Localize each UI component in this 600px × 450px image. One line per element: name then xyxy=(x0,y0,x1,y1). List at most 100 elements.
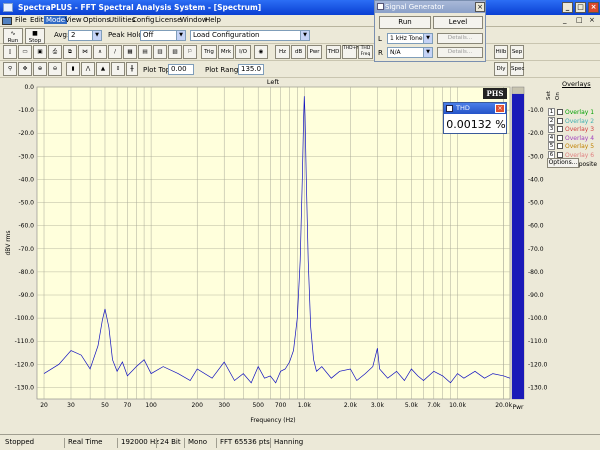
menu-mode[interactable]: Mode xyxy=(44,16,68,24)
menu-help[interactable]: Help xyxy=(205,16,221,24)
thd-button[interactable]: THD xyxy=(326,45,341,59)
minimize-button[interactable]: _ xyxy=(562,2,573,13)
overlay-set-button[interactable]: 5 xyxy=(548,142,555,151)
left-channel-select[interactable]: 1 kHz Tone ▼ xyxy=(387,33,433,44)
menu-options[interactable]: Options xyxy=(83,16,110,24)
signal-generator-close-button[interactable]: × xyxy=(475,2,485,12)
meter-icon xyxy=(446,105,453,112)
right-details-button[interactable]: Details... xyxy=(437,47,483,58)
calibrate-icon[interactable]: ◉ xyxy=(254,45,268,59)
left-details-button[interactable]: Details... xyxy=(437,33,483,44)
auto-scale-icon[interactable]: ⇕ xyxy=(111,62,125,76)
octave-icon[interactable]: ▥ xyxy=(153,45,167,59)
spec-button[interactable]: Spec xyxy=(510,62,524,76)
chart-title: Left xyxy=(267,78,280,86)
status-bit-depth: 24 Bit xyxy=(156,438,181,448)
x-tick-label: 100 xyxy=(145,402,157,409)
overlay-checkbox[interactable] xyxy=(557,134,563,141)
app-icon xyxy=(3,3,13,12)
y-tick-label: -120.0 xyxy=(15,361,35,368)
cursor-icon[interactable]: ✥ xyxy=(18,62,32,76)
3d-surface-icon[interactable]: ▤ xyxy=(138,45,152,59)
maximize-button[interactable]: □ xyxy=(575,2,586,13)
x-tick-labels: 20 30 50 70 100 200 300 500 700 1.0k 2.0k 3.0k 5.0k 7… xyxy=(40,402,512,409)
thd-window: THD × 0.00132 % xyxy=(443,102,507,134)
menu-config[interactable]: Config xyxy=(132,16,154,24)
siggen-level-button[interactable]: Level xyxy=(433,16,483,29)
new-icon[interactable]: ▯ xyxy=(3,45,17,59)
db-button[interactable]: dB xyxy=(291,45,306,59)
thd-close-button[interactable]: × xyxy=(495,104,505,113)
thd-n-button[interactable]: THD+N xyxy=(342,45,360,59)
overlay-set-button[interactable]: 1 xyxy=(548,108,555,116)
overlays-options-button[interactable]: Options... xyxy=(547,158,579,168)
hz-button[interactable]: Hz xyxy=(275,45,290,59)
overlay-checkbox[interactable] xyxy=(557,143,563,150)
menu-view[interactable]: View xyxy=(65,16,82,24)
waveform-view-icon[interactable]: ⋈ xyxy=(78,45,92,59)
plot-area[interactable] xyxy=(36,86,511,400)
overlay-set-button[interactable]: 2 xyxy=(548,116,555,125)
flag-icon[interactable]: ⚐ xyxy=(183,45,197,59)
stop-button[interactable]: ■ Stop xyxy=(25,28,45,44)
plot-top-input[interactable]: 0.00 xyxy=(168,64,194,75)
hilb-button[interactable]: Hilb xyxy=(494,45,508,59)
spectrum-chart[interactable]: Left Frequency (Hz) dBV rms 0.0 -10.0 -20.… xyxy=(0,78,600,434)
y-axis-label: dBV rms xyxy=(5,230,12,255)
spectrum-view-icon[interactable]: ∧ xyxy=(93,45,107,59)
overlay-set-button[interactable]: 4 xyxy=(548,133,555,142)
open-icon[interactable]: ▭ xyxy=(18,45,32,59)
meter-icon[interactable]: ▧ xyxy=(168,45,182,59)
copy-icon[interactable]: ⧉ xyxy=(63,45,77,59)
plot-range-input[interactable]: 135.0 xyxy=(238,64,264,75)
run-button[interactable]: ∿ Run xyxy=(3,28,23,44)
document-icon xyxy=(2,17,12,25)
pwr-label: Pwr xyxy=(513,404,525,411)
mrk-button[interactable]: Mrk xyxy=(218,45,234,59)
avg-select[interactable]: 2 ▼ xyxy=(68,30,102,41)
menu-edit[interactable]: Edit xyxy=(30,16,44,24)
load-configuration-select[interactable]: Load Configuration ▼ xyxy=(190,30,310,41)
thd-freq-button[interactable]: THD Freq xyxy=(358,45,373,59)
left-channel-value: 1 kHz Tone xyxy=(390,35,423,42)
signal-icon xyxy=(377,3,384,10)
grid-icon[interactable]: ╫ xyxy=(126,62,138,76)
close-button[interactable]: × xyxy=(588,2,599,13)
mdi-maximize-button[interactable]: □ xyxy=(576,16,583,24)
right-channel-select[interactable]: N/A ▼ xyxy=(387,47,433,58)
menu-file[interactable]: File xyxy=(15,16,27,24)
spectrogram-icon[interactable]: ▦ xyxy=(123,45,137,59)
peak-hold-select[interactable]: Off ▼ xyxy=(140,30,186,41)
phase-view-icon[interactable]: ∕ xyxy=(108,45,122,59)
mdi-close-button[interactable]: × xyxy=(589,16,595,24)
thd-value: 0.00132 % xyxy=(446,118,506,131)
stop-icon: ■ xyxy=(32,30,38,37)
overlay-checkbox[interactable] xyxy=(557,117,563,124)
overlay-set-button[interactable]: 3 xyxy=(548,125,555,134)
menu-bar: File Edit Mode View Options Utilities Co… xyxy=(0,15,600,27)
bars-icon[interactable]: ▮ xyxy=(66,62,80,76)
fill-plot-icon[interactable]: ▲ xyxy=(96,62,110,76)
x-tick-label: 700 xyxy=(275,402,287,409)
sep-button[interactable]: Sep xyxy=(510,45,524,59)
zoom-out-icon[interactable]: ⊖ xyxy=(48,62,62,76)
line-plot-icon[interactable]: ⋀ xyxy=(81,62,95,76)
dly-button[interactable]: Dly xyxy=(494,62,508,76)
menu-window[interactable]: Window xyxy=(180,16,208,24)
trig-button[interactable]: Trig xyxy=(201,45,217,59)
overlay-checkbox[interactable] xyxy=(557,109,563,115)
status-channels: Mono xyxy=(184,438,207,448)
io-button[interactable]: I/O xyxy=(235,45,251,59)
menu-license[interactable]: License xyxy=(155,16,181,24)
save-icon[interactable]: ▣ xyxy=(33,45,47,59)
overlay-checkbox[interactable] xyxy=(557,126,563,133)
print-icon[interactable]: ⎙ xyxy=(48,45,62,59)
pwr-button[interactable]: Pwr xyxy=(307,45,322,59)
overlays-panel: Overlays Set On 1 Overlay 1 2 Overlay 2 3 Ove… xyxy=(536,80,600,180)
siggen-run-button[interactable]: Run xyxy=(379,16,431,29)
mdi-minimize-button[interactable]: _ xyxy=(563,16,567,24)
right-scale-label: -80.0 xyxy=(528,269,544,276)
right-scale-label: -90.0 xyxy=(528,292,544,299)
zoom-icon[interactable]: ⚲ xyxy=(3,62,17,76)
zoom-in-icon[interactable]: ⊕ xyxy=(33,62,47,76)
